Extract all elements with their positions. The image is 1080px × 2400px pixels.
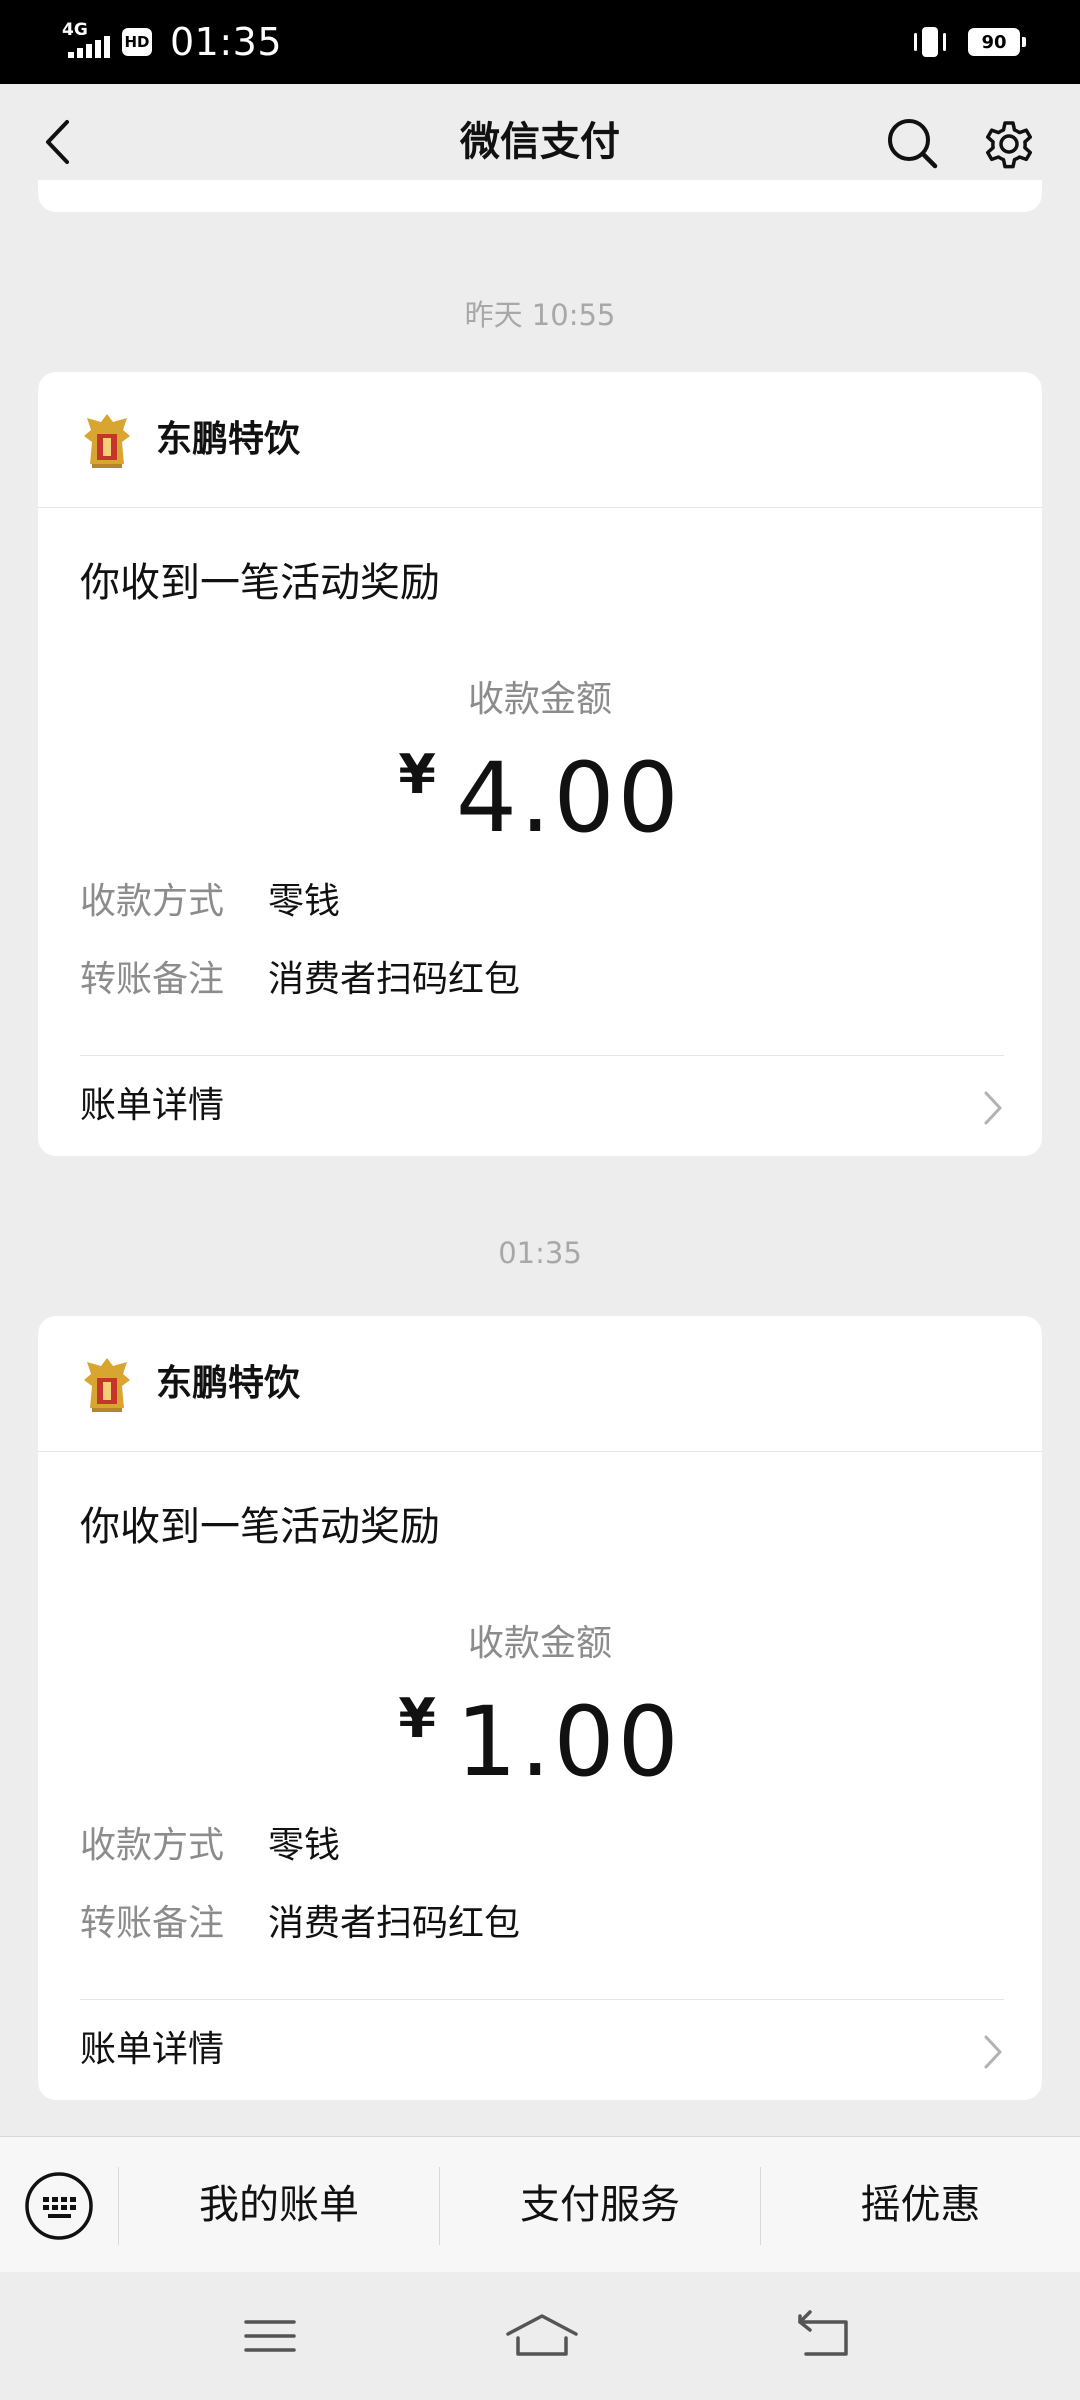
recent-apps-button[interactable] bbox=[240, 2308, 300, 2364]
merchant-header[interactable]: 东鹏特饮 bbox=[38, 372, 1042, 508]
system-navigation-bar bbox=[0, 2272, 1080, 2400]
vibrate-icon bbox=[912, 24, 948, 60]
transfer-note-label: 转账备注 bbox=[80, 959, 225, 1000]
merchant-name: 东鹏特饮 bbox=[156, 419, 301, 460]
home-button[interactable] bbox=[504, 2308, 580, 2364]
cellular-signal-icon: 4G bbox=[62, 22, 110, 62]
bill-details-label: 账单详情 bbox=[80, 1085, 225, 1126]
merchant-logo-icon bbox=[84, 414, 130, 468]
menu-my-bills[interactable]: 我的账单 bbox=[119, 2137, 439, 2273]
keyboard-icon bbox=[25, 2172, 93, 2240]
transfer-note-label: 转账备注 bbox=[80, 1903, 225, 1944]
transfer-note-value: 消费者扫码红包 bbox=[268, 959, 521, 1000]
payment-method-label: 收款方式 bbox=[80, 881, 225, 922]
search-icon bbox=[888, 119, 938, 169]
payment-method-value: 零钱 bbox=[268, 881, 341, 922]
amount-label: 收款金额 bbox=[467, 679, 612, 720]
payment-method-label: 收款方式 bbox=[80, 1825, 225, 1866]
message-title: 你收到一笔活动奖励 bbox=[80, 560, 440, 606]
chevron-left-icon bbox=[46, 120, 69, 164]
battery-icon: 90 bbox=[968, 28, 1026, 56]
transfer-note-value: 消费者扫码红包 bbox=[268, 1903, 521, 1944]
merchant-header[interactable]: 东鹏特饮 bbox=[38, 1316, 1042, 1452]
chevron-right-icon bbox=[984, 2035, 1002, 2069]
system-back-button[interactable] bbox=[796, 2308, 856, 2364]
previous-message-card bbox=[38, 180, 1042, 212]
bottom-menu-bar: 我的账单 支付服务 摇优惠 bbox=[0, 2136, 1080, 2272]
currency-symbol: ¥ bbox=[398, 743, 436, 806]
amount-number: 4.00 bbox=[455, 742, 682, 854]
bill-details-label: 账单详情 bbox=[80, 2029, 225, 2070]
amount-value: ¥1.00 bbox=[38, 1686, 1042, 1798]
payment-message-card[interactable]: 东鹏特饮 你收到一笔活动奖励 收款金额 ¥4.00 收款方式 零钱 转账备注 消费者… bbox=[38, 372, 1042, 1156]
menu-payment-services[interactable]: 支付服务 bbox=[440, 2137, 760, 2273]
message-timestamp: 01:35 bbox=[498, 1236, 582, 1270]
bill-details-link[interactable]: 账单详情 bbox=[38, 2000, 1042, 2100]
settings-button[interactable] bbox=[980, 115, 1038, 173]
merchant-name: 东鹏特饮 bbox=[156, 1363, 301, 1404]
transfer-note-row: 转账备注 消费者扫码红包 bbox=[80, 1894, 520, 1946]
payment-method-row: 收款方式 零钱 bbox=[80, 1816, 340, 1868]
menu-shake-offers[interactable]: 摇优惠 bbox=[761, 2137, 1080, 2273]
home-icon bbox=[506, 2314, 578, 2356]
search-button[interactable] bbox=[884, 115, 940, 171]
bill-details-link[interactable]: 账单详情 bbox=[38, 1056, 1042, 1156]
payment-message-card[interactable]: 东鹏特饮 你收到一笔活动奖励 收款金额 ¥1.00 收款方式 零钱 转账备注 消费者… bbox=[38, 1316, 1042, 2100]
payment-method-row: 收款方式 零钱 bbox=[80, 872, 340, 924]
currency-symbol: ¥ bbox=[398, 1687, 436, 1750]
status-bar: 4G HD 01:35 90 bbox=[0, 0, 1080, 84]
amount-label: 收款金额 bbox=[467, 1623, 612, 1664]
message-title: 你收到一笔活动奖励 bbox=[80, 1504, 440, 1550]
chevron-right-icon bbox=[984, 1091, 1002, 1125]
hd-badge-icon: HD bbox=[122, 28, 152, 56]
message-timestamp: 昨天 10:55 bbox=[464, 298, 616, 332]
gear-icon bbox=[985, 121, 1033, 169]
status-time: 01:35 bbox=[170, 20, 283, 64]
transfer-note-row: 转账备注 消费者扫码红包 bbox=[80, 950, 520, 1002]
merchant-logo-icon bbox=[84, 1358, 130, 1412]
back-arrow-icon bbox=[798, 2310, 848, 2356]
amount-value: ¥4.00 bbox=[38, 742, 1042, 854]
back-button[interactable] bbox=[30, 114, 86, 170]
payment-method-value: 零钱 bbox=[268, 1825, 341, 1866]
amount-number: 1.00 bbox=[455, 1686, 682, 1798]
menu-icon bbox=[244, 2320, 296, 2352]
keyboard-toggle-button[interactable] bbox=[24, 2171, 94, 2241]
